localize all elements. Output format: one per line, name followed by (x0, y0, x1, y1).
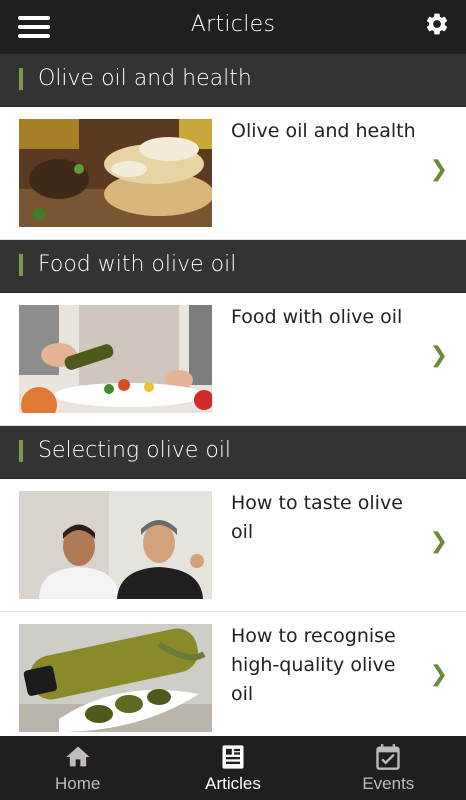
section-accent-bar (19, 254, 23, 276)
section-header-food: Food with olive oil (0, 240, 466, 293)
calendar-check-icon (376, 744, 400, 770)
article-item-taste[interactable]: How to taste olive oil ❯ (0, 479, 466, 612)
chevron-right-icon[interactable]: ❯ (430, 157, 448, 182)
olive-oil-bottle-photo (19, 624, 212, 732)
article-title: Food with olive oil (231, 306, 403, 328)
section-header-health: Olive oil and health (0, 54, 466, 107)
home-icon (65, 746, 90, 767)
article-title: How to taste olive oil (231, 492, 403, 543)
article-list[interactable]: Olive oil and health Olive oil and healt… (0, 54, 466, 736)
page-title: Articles (190, 12, 276, 37)
article-title: How to recognise high-quality olive oil (231, 625, 396, 705)
section-label: Olive oil and health (38, 66, 252, 91)
gear-icon[interactable] (424, 11, 450, 37)
section-header-selecting: Selecting olive oil (0, 426, 466, 479)
article-item-quality[interactable]: How to recognise high-quality olive oil … (0, 612, 466, 736)
section-label: Selecting olive oil (38, 438, 232, 463)
article-item-food[interactable]: Food with olive oil ❯ (0, 293, 466, 426)
section-accent-bar (19, 440, 23, 462)
articles-icon (222, 745, 244, 769)
nav-label: Articles (205, 774, 261, 793)
article-title: Olive oil and health (231, 120, 416, 142)
chevron-right-icon[interactable]: ❯ (430, 529, 448, 554)
nav-events[interactable]: Events (311, 736, 466, 800)
pouring-olive-oil-photo (19, 305, 212, 413)
nav-label: Home (54, 774, 101, 793)
nav-home[interactable]: Home (0, 736, 155, 800)
nav-label: Events (362, 774, 415, 793)
app-bar: Articles (0, 0, 466, 54)
bottom-navigation: Home Articles Events (0, 736, 466, 800)
section-accent-bar (19, 68, 23, 90)
section-label: Food with olive oil (38, 252, 237, 277)
article-item-health[interactable]: Olive oil and health ❯ (0, 107, 466, 240)
chevron-right-icon[interactable]: ❯ (430, 662, 448, 687)
nav-articles[interactable]: Articles (155, 736, 310, 800)
chevron-right-icon[interactable]: ❯ (430, 343, 448, 368)
chefs-tasting-photo (19, 491, 212, 599)
bread-with-olive-oil-photo (19, 119, 212, 227)
